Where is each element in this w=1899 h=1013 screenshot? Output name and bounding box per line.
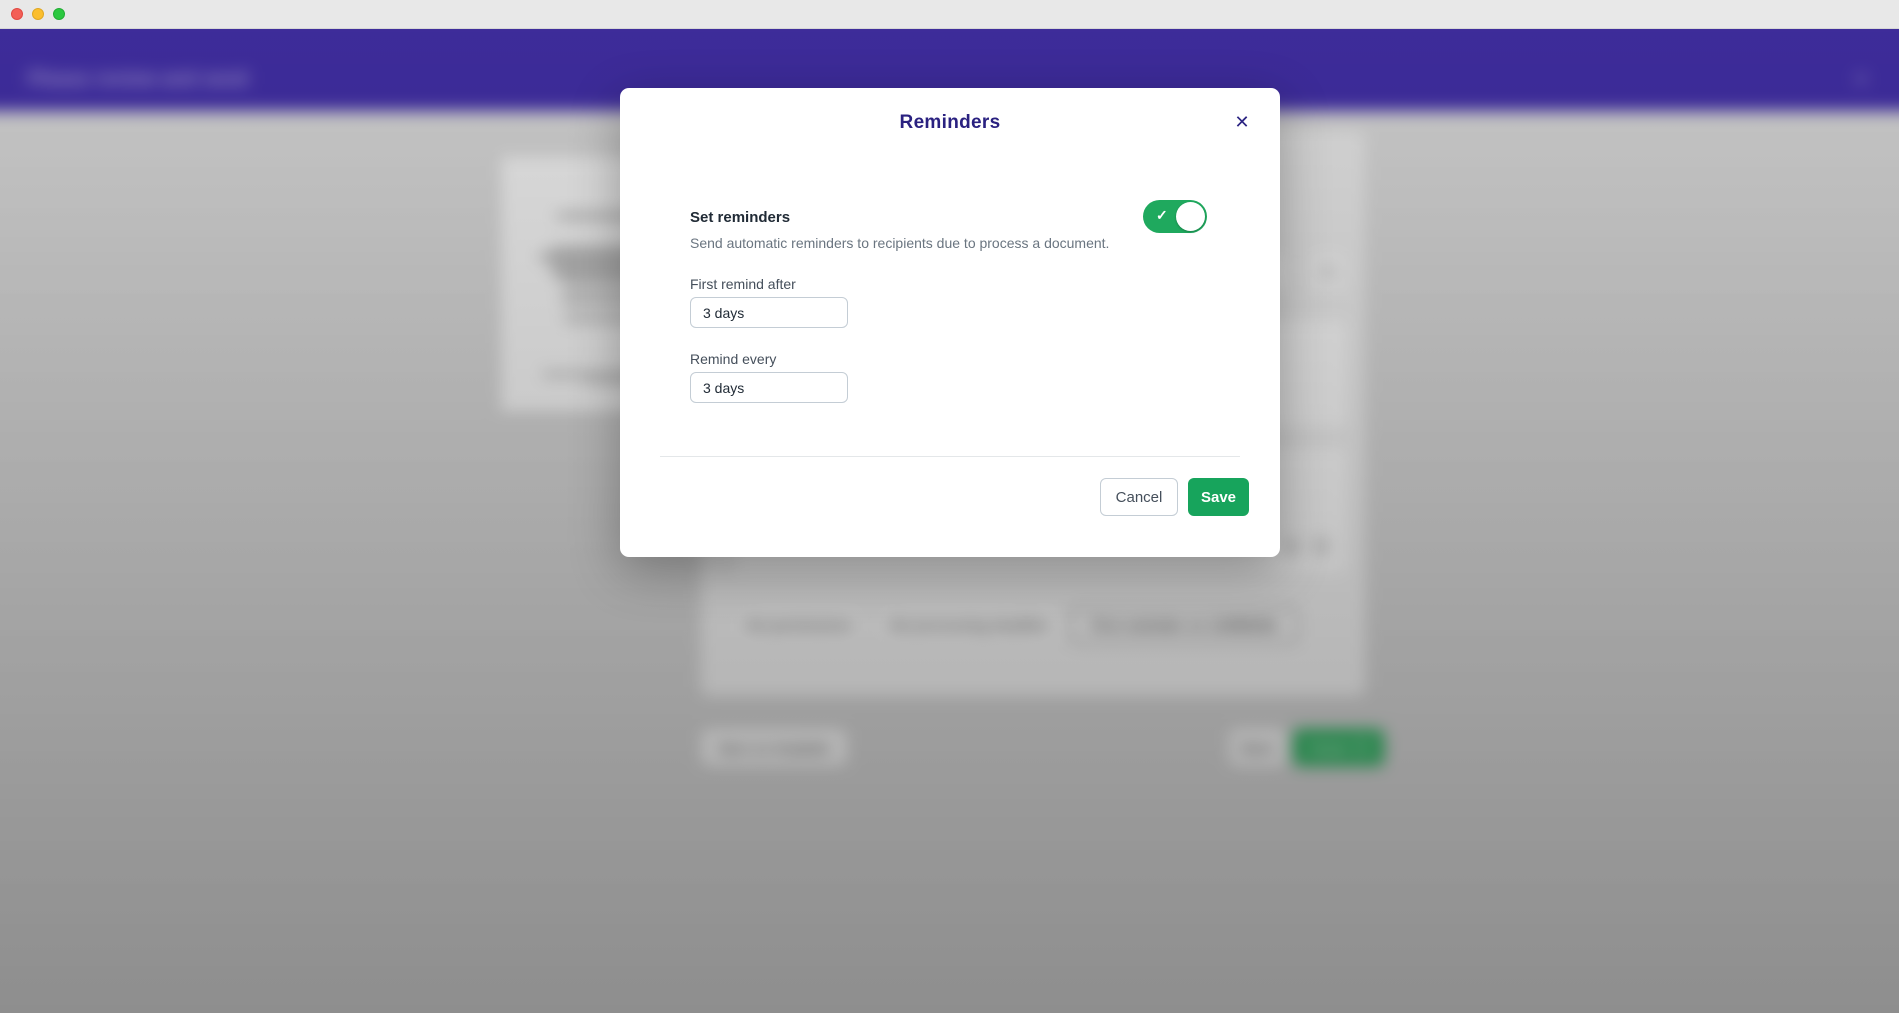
zoom-window-button[interactable]	[53, 8, 65, 20]
remind-every-label: Remind every	[690, 351, 776, 367]
save-button[interactable]: Save	[1188, 478, 1249, 516]
dialog-title: Reminders	[620, 112, 1280, 134]
dialog-divider	[660, 456, 1240, 457]
set-reminders-description: Send automatic reminders to recipients d…	[690, 235, 1109, 251]
cancel-button[interactable]: Cancel	[1100, 478, 1178, 516]
window-titlebar	[0, 0, 1899, 29]
close-icon[interactable]: ✕	[1228, 108, 1256, 136]
check-icon: ✓	[1156, 207, 1168, 224]
reminders-dialog: Reminders ✕ Set reminders ✓ Send automat…	[620, 88, 1280, 557]
first-remind-after-input[interactable]	[690, 297, 848, 328]
close-window-button[interactable]	[11, 8, 23, 20]
screen: Please review and send ✕	[0, 0, 1899, 1013]
set-reminders-toggle[interactable]: ✓	[1143, 200, 1207, 233]
set-reminders-label: Set reminders	[690, 209, 790, 226]
minimize-window-button[interactable]	[32, 8, 44, 20]
toggle-knob	[1176, 202, 1205, 231]
first-remind-after-label: First remind after	[690, 276, 796, 292]
remind-every-input[interactable]	[690, 372, 848, 403]
